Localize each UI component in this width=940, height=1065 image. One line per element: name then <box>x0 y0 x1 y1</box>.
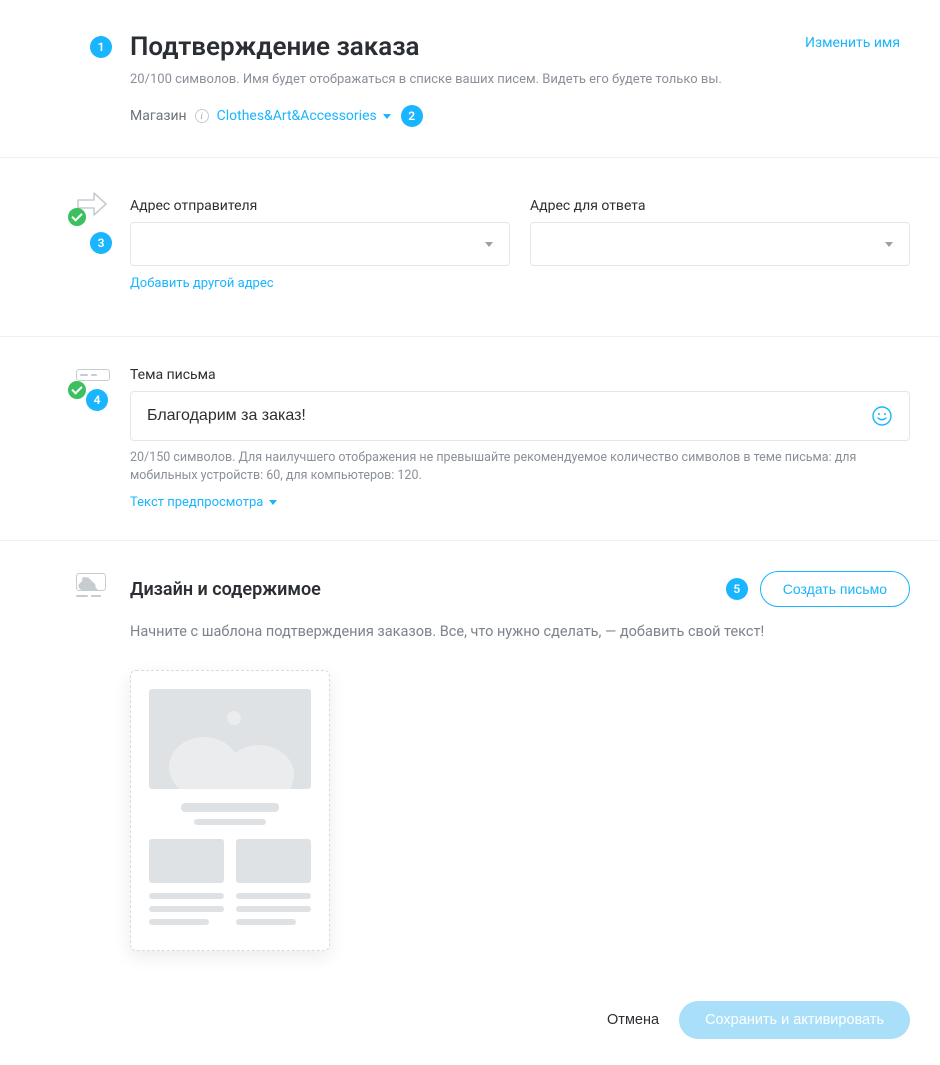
placeholder-line <box>149 906 224 912</box>
chevron-down-icon <box>485 242 493 247</box>
chevron-down-icon <box>269 500 277 505</box>
chevron-down-icon <box>383 114 391 119</box>
step-badge-5: 5 <box>726 578 748 600</box>
design-subtitle: Начните с шаблона подтверждения заказов.… <box>130 623 910 640</box>
sender-address-select[interactable] <box>130 222 510 266</box>
check-icon <box>68 381 86 399</box>
emoji-icon[interactable] <box>871 405 893 427</box>
reply-address-select[interactable] <box>530 222 910 266</box>
info-icon[interactable]: i <box>195 109 209 123</box>
subject-label: Тема письма <box>130 367 910 383</box>
check-icon <box>68 208 86 226</box>
step-badge-2: 2 <box>401 105 423 127</box>
template-image-placeholder <box>149 689 311 789</box>
store-selected-value: Clothes&Art&Accessories <box>217 108 377 124</box>
create-letter-button[interactable]: Создать письмо <box>760 571 910 607</box>
subject-input[interactable] <box>147 407 861 425</box>
title-helper: 20/100 символов. Имя будет отображаться … <box>130 72 910 87</box>
add-another-address-link[interactable]: Добавить другой адрес <box>130 276 510 291</box>
placeholder-block <box>149 839 224 883</box>
subject-icon <box>76 369 110 384</box>
sender-address-label: Адрес отправителя <box>130 198 510 214</box>
section-icon-placeholder <box>30 32 110 127</box>
save-activate-button[interactable]: Сохранить и активировать <box>679 1001 910 1039</box>
preview-text-link[interactable]: Текст предпросмотра <box>130 495 277 510</box>
placeholder-line <box>236 893 311 899</box>
preview-text-link-label: Текст предпросмотра <box>130 495 263 510</box>
placeholder-bar <box>181 803 278 812</box>
placeholder-line <box>236 906 311 912</box>
placeholder-bar <box>194 819 267 825</box>
design-title: Дизайн и содержимое <box>130 579 321 600</box>
cancel-button[interactable]: Отмена <box>607 1012 659 1028</box>
title-helper-rest: Имя будет отображаться в списке ваших пи… <box>243 72 722 87</box>
change-name-link[interactable]: Изменить имя <box>805 35 900 51</box>
reply-address-label: Адрес для ответа <box>530 198 910 214</box>
placeholder-block <box>236 839 311 883</box>
send-arrow-icon <box>76 190 110 218</box>
page-title: Подтверждение заказа <box>130 32 910 62</box>
store-label: Магазин <box>130 108 187 124</box>
store-dropdown[interactable]: Clothes&Art&Accessories <box>217 108 391 124</box>
design-icon <box>76 573 110 600</box>
subject-helper: 20/150 символов. Для наилучшего отображе… <box>130 449 910 485</box>
placeholder-line <box>149 919 209 925</box>
template-card[interactable] <box>130 670 330 951</box>
chevron-down-icon <box>885 242 893 247</box>
placeholder-line <box>236 919 296 925</box>
placeholder-line <box>149 893 224 899</box>
char-counter: 20/100 символов. <box>130 72 240 87</box>
